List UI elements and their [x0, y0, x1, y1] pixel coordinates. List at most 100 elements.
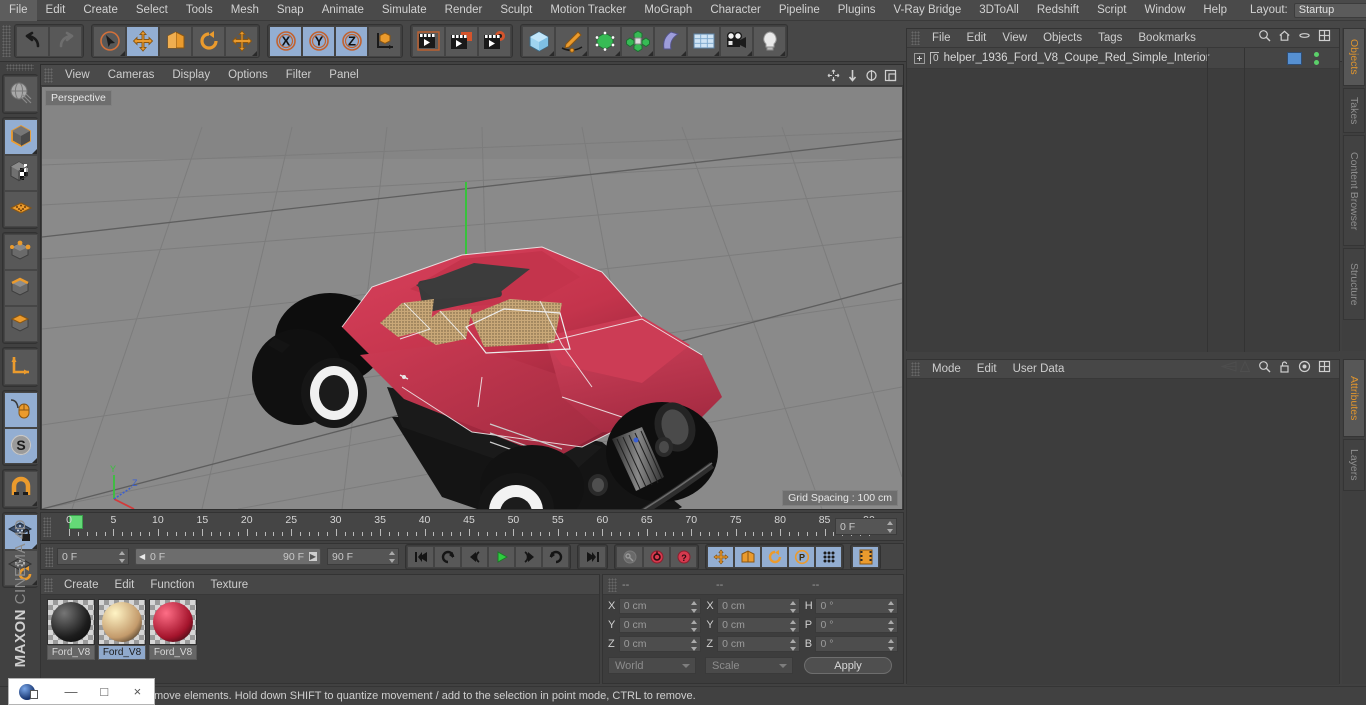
add-spline-button[interactable]	[555, 25, 588, 57]
object-menu-view[interactable]: View	[994, 29, 1035, 48]
menu-item-motion-tracker[interactable]: Motion Tracker	[541, 0, 635, 21]
size-y-field[interactable]: 0 cm	[717, 617, 800, 633]
material-item[interactable]: Ford_V8	[98, 599, 146, 660]
object-manager-grip[interactable]	[911, 31, 920, 45]
add-light-button[interactable]	[753, 25, 786, 57]
menu-item-render[interactable]: Render	[436, 0, 492, 21]
menu-item-window[interactable]: Window	[1135, 0, 1194, 21]
menu-item-file[interactable]: File	[0, 0, 37, 21]
spinner-icon[interactable]	[389, 551, 395, 563]
menu-item-script[interactable]: Script	[1088, 0, 1135, 21]
material-menu-edit[interactable]: Edit	[107, 575, 143, 595]
undo-view-tool[interactable]	[4, 76, 38, 112]
material-menu-function[interactable]: Function	[142, 575, 202, 595]
rotation-h-field[interactable]: 0 °	[815, 598, 899, 614]
size-z-field[interactable]: 0 cm	[717, 636, 800, 652]
render-view-button[interactable]	[412, 25, 445, 57]
object-menu-bookmarks[interactable]: Bookmarks	[1130, 29, 1204, 48]
size-mode-dropdown[interactable]: Scale	[705, 657, 793, 674]
play-backwards-loop-button[interactable]	[434, 545, 461, 568]
object-menu-objects[interactable]: Objects	[1035, 29, 1090, 48]
maximize-button[interactable]: □	[88, 684, 121, 699]
spinner-icon[interactable]	[691, 620, 698, 632]
step-forward-button[interactable]	[515, 545, 542, 568]
add-generator-button[interactable]	[588, 25, 621, 57]
attribute-menu-mode[interactable]: Mode	[924, 360, 969, 379]
lock-y-axis-button[interactable]: Y	[302, 25, 335, 57]
spinner-icon[interactable]	[789, 601, 796, 613]
spinner-icon[interactable]	[691, 601, 698, 613]
viewport-menu-panel[interactable]: Panel	[320, 65, 367, 86]
enable-snapping-button[interactable]	[4, 471, 38, 507]
expand-plus-icon[interactable]	[914, 52, 925, 64]
add-cube-button[interactable]	[522, 25, 555, 57]
toolbar-grip[interactable]	[2, 25, 11, 57]
attribute-manager-grip[interactable]	[911, 362, 920, 376]
spinner-icon[interactable]	[789, 620, 796, 632]
position-x-field[interactable]: 0 cm	[618, 598, 702, 614]
minimize-icon[interactable]	[1298, 29, 1316, 47]
live-selection-tool[interactable]	[93, 25, 126, 57]
lock-icon[interactable]	[1278, 360, 1296, 378]
menu-item-create[interactable]: Create	[74, 0, 127, 21]
end-frame-field[interactable]: 90 F	[327, 548, 399, 565]
viewport-menu-cameras[interactable]: Cameras	[99, 65, 164, 86]
maximize-icon[interactable]	[1318, 29, 1336, 47]
spinner-icon[interactable]	[691, 639, 698, 651]
coordinates-grip[interactable]	[608, 577, 617, 592]
spinner-icon[interactable]	[789, 639, 796, 651]
timeline-frame-field[interactable]: 0 F	[835, 518, 897, 535]
play-forward-loop-button[interactable]	[542, 545, 569, 568]
polygons-mode-button[interactable]	[4, 306, 38, 342]
range-right-arrow-icon[interactable]: ▶	[308, 552, 317, 561]
keyframe-selection-button[interactable]: ?	[670, 545, 697, 568]
object-visibility-dots[interactable]	[1309, 51, 1323, 65]
workplane-mode-button[interactable]	[4, 191, 38, 227]
tab-content-browser[interactable]: Content Browser	[1343, 135, 1365, 247]
material-item[interactable]: Ford_V8	[47, 599, 95, 660]
close-button[interactable]: ×	[121, 684, 154, 699]
menu-item-simulate[interactable]: Simulate	[373, 0, 436, 21]
object-tree[interactable]: 0 helper_1936_Ford_V8_Coupe_Red_Simple_In…	[907, 48, 1339, 352]
menu-item-help[interactable]: Help	[1194, 0, 1236, 21]
move-tool[interactable]	[126, 25, 159, 57]
left-palette-grip[interactable]	[6, 64, 34, 71]
viewport-menu-view[interactable]: View	[56, 65, 99, 86]
apply-button[interactable]: Apply	[804, 657, 892, 674]
object-menu-edit[interactable]: Edit	[959, 29, 995, 48]
position-z-field[interactable]: 0 cm	[618, 636, 702, 652]
material-preview-sphere[interactable]	[98, 599, 146, 645]
menu-item-plugins[interactable]: Plugins	[829, 0, 885, 21]
lock-z-axis-button[interactable]: Z	[335, 25, 368, 57]
scale-tool[interactable]	[159, 25, 192, 57]
object-row[interactable]: 0 helper_1936_Ford_V8_Coupe_Red_Simple_In…	[907, 48, 1339, 69]
menu-item-sculpt[interactable]: Sculpt	[491, 0, 541, 21]
render-settings-button[interactable]	[478, 25, 511, 57]
coordinate-system-dropdown[interactable]: World	[608, 657, 696, 674]
range-left-arrow-icon[interactable]: ◀	[139, 552, 145, 561]
record-scale-button[interactable]	[734, 545, 761, 568]
attribute-menu-user-data[interactable]: User Data	[1005, 360, 1073, 379]
object-menu-file[interactable]: File	[924, 29, 959, 48]
cone-forward-icon[interactable]	[1238, 360, 1256, 378]
add-array-button[interactable]	[621, 25, 654, 57]
add-floor-button[interactable]	[687, 25, 720, 57]
visibility-editor-dot[interactable]	[1313, 51, 1319, 57]
material-preview-sphere[interactable]	[47, 599, 95, 645]
material-grip[interactable]	[44, 577, 53, 592]
redo-button[interactable]	[49, 25, 82, 57]
size-x-field[interactable]: 0 cm	[717, 598, 800, 614]
timeline-toggle-button[interactable]	[852, 545, 879, 568]
soft-selection-button[interactable]: S	[4, 428, 38, 464]
menu-item-mograph[interactable]: MoGraph	[635, 0, 701, 21]
timeline-ruler[interactable]: 051015202530354045505560657075808590	[61, 513, 875, 540]
menu-item-v-ray-bridge[interactable]: V-Ray Bridge	[884, 0, 970, 21]
spinner-icon[interactable]	[888, 620, 895, 632]
tab-structure[interactable]: Structure	[1343, 248, 1365, 320]
autokeying-button[interactable]	[616, 545, 643, 568]
material-menu-texture[interactable]: Texture	[202, 575, 256, 595]
attribute-menu-edit[interactable]: Edit	[969, 360, 1005, 379]
menu-item-3dtoall[interactable]: 3DToAll	[970, 0, 1028, 21]
spinner-icon[interactable]	[887, 521, 893, 533]
maximize-view-icon[interactable]	[882, 67, 899, 84]
